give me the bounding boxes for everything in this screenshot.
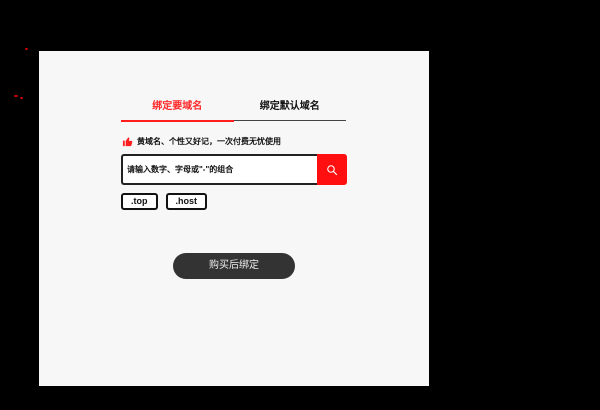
background-speck xyxy=(14,95,18,97)
domain-search-input[interactable] xyxy=(121,154,317,185)
tld-option-top[interactable]: .top xyxy=(121,193,158,210)
buy-then-bind-button[interactable]: 购买后绑定 xyxy=(173,253,295,279)
search-button[interactable] xyxy=(317,154,347,185)
tld-option-host[interactable]: .host xyxy=(165,193,207,210)
search-icon xyxy=(326,164,338,176)
background-speck xyxy=(25,48,28,50)
thumbs-up-icon xyxy=(122,136,133,147)
tld-options: .top .host xyxy=(121,193,215,210)
tab-bind-domain[interactable]: 绑定要域名 xyxy=(121,99,234,122)
tab-bind-default-domain[interactable]: 绑定默认域名 xyxy=(234,99,347,120)
promo-line: 黄域名、个性又好记，一次付费无忧使用 xyxy=(122,136,281,147)
domain-search xyxy=(121,154,347,185)
bind-domain-dialog: 绑定要域名 绑定默认域名 黄域名、个性又好记，一次付费无忧使用 .top .ho… xyxy=(39,51,429,386)
background-speck xyxy=(20,97,23,99)
domain-tabs: 绑定要域名 绑定默认域名 xyxy=(121,99,347,122)
promo-text: 黄域名、个性又好记，一次付费无忧使用 xyxy=(137,137,281,146)
